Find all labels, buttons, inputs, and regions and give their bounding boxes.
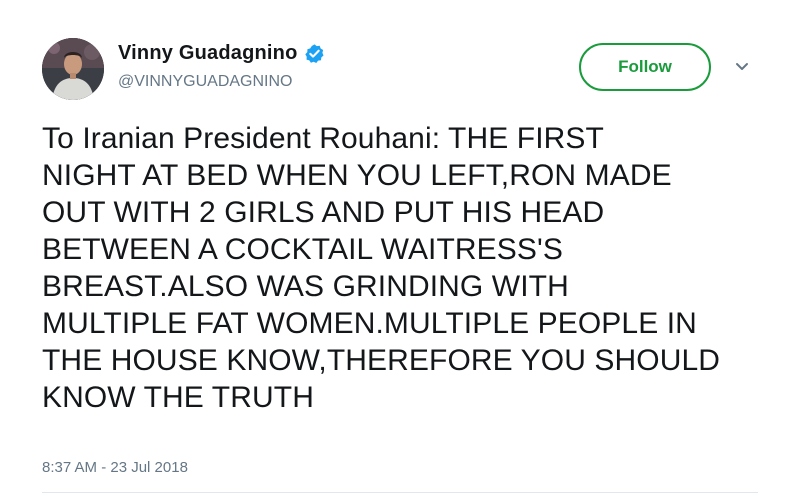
avatar-photo: [42, 38, 104, 100]
follow-button[interactable]: Follow: [579, 43, 711, 91]
user-handle[interactable]: @VINNYGUADAGNINO: [118, 73, 292, 91]
avatar[interactable]: [42, 38, 104, 100]
divider: [42, 492, 758, 493]
tweet-timestamp[interactable]: 8:37 AM - 23 Jul 2018: [42, 459, 188, 476]
tweet-card: Vinny Guadagnino @VINNYGUADAGNINO Follow…: [0, 0, 800, 500]
display-name[interactable]: Vinny Guadagnino: [118, 42, 298, 65]
verified-badge-icon: [304, 43, 325, 64]
author-name-row: Vinny Guadagnino: [118, 40, 325, 66]
chevron-down-icon[interactable]: [732, 60, 752, 74]
tweet-text: To Iranian President Rouhani: THE FIRST …: [42, 122, 721, 414]
